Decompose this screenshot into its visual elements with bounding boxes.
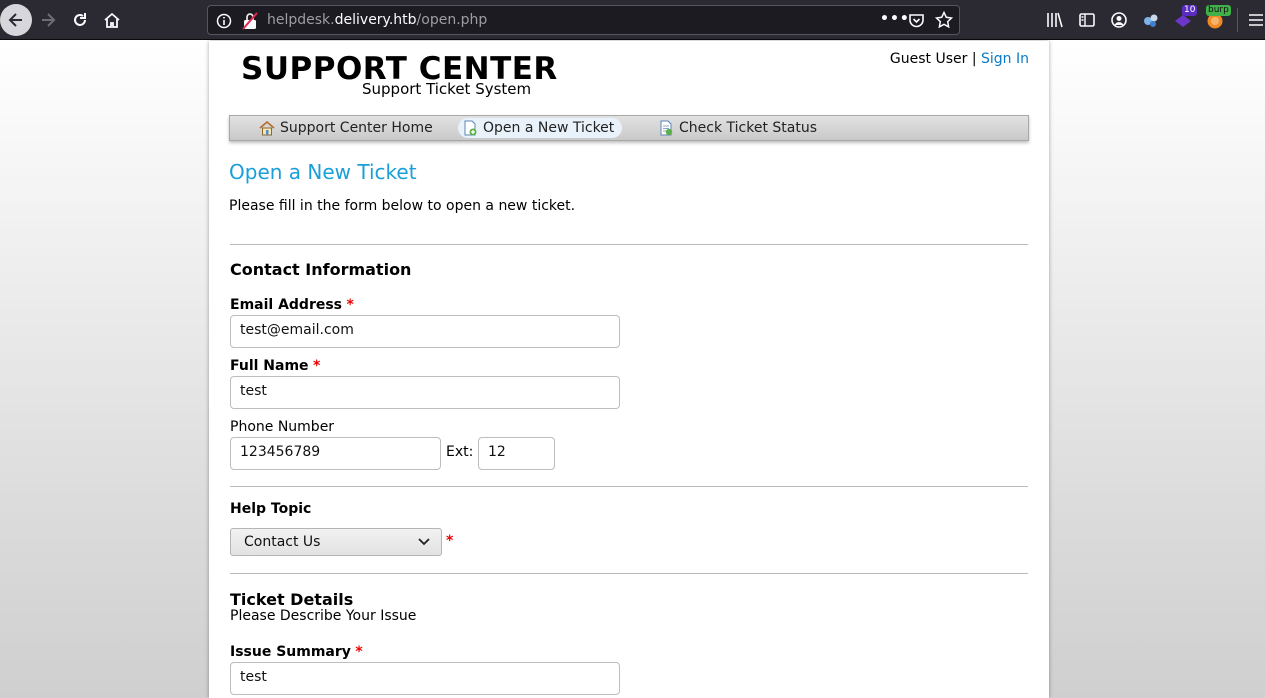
back-button[interactable] <box>0 4 32 36</box>
full-name-field[interactable]: test <box>230 376 620 409</box>
library-icon[interactable] <box>1046 11 1064 29</box>
info-icon <box>216 13 232 29</box>
divider <box>230 573 1028 574</box>
issue-summary-field[interactable]: test <box>230 662 620 695</box>
home-button[interactable] <box>96 4 128 36</box>
user-bar: Guest User | Sign In <box>890 51 1029 67</box>
page-container: SUPPORT CENTER Support Ticket System Gue… <box>209 41 1049 698</box>
contact-info-heading: Contact Information <box>230 260 412 279</box>
user-bar-separator: | <box>971 51 977 67</box>
extension-network-icon[interactable] <box>1142 11 1160 29</box>
ticket-details-subheading: Please Describe Your Issue <box>230 608 417 624</box>
phone-label: Phone Number <box>230 419 335 435</box>
url-prefix: helpdesk. <box>267 12 335 28</box>
nav-label: Support Center Home <box>280 120 433 136</box>
new-ticket-icon <box>464 120 477 136</box>
required-mark: * <box>313 358 321 374</box>
page-actions-icon[interactable]: ••• <box>880 11 910 27</box>
menu-icon[interactable] <box>1247 11 1265 29</box>
sidebar-icon[interactable] <box>1078 11 1096 29</box>
reload-button[interactable] <box>64 4 96 36</box>
nav-label: Open a New Ticket <box>483 120 615 136</box>
email-field[interactable]: test@email.com <box>230 315 620 348</box>
browser-toolbar: helpdesk.delivery.htb/open.php ••• 10 bu… <box>0 0 1265 40</box>
phone-field[interactable]: 123456789 <box>230 437 441 470</box>
email-label-text: Email Address <box>230 297 343 313</box>
main-nav: Support Center Home Open a New Ticket Ch… <box>229 115 1029 141</box>
url-host: delivery.htb <box>334 12 417 28</box>
nav-support-center-home[interactable]: Support Center Home <box>255 118 441 138</box>
logo-subtitle: Support Ticket System <box>362 80 532 98</box>
page-intro: Please fill in the form below to open a … <box>229 198 576 214</box>
url-path: /open.php <box>416 12 488 28</box>
url-bar[interactable]: helpdesk.delivery.htb/open.php ••• <box>207 5 960 35</box>
ticket-status-icon <box>660 120 673 136</box>
chevron-down-icon <box>418 538 430 546</box>
home-icon <box>104 12 120 28</box>
ext-label: Ext: <box>446 444 474 460</box>
burp-badge: burp <box>1206 5 1231 16</box>
full-name-label: Full Name * <box>230 358 320 374</box>
required-mark: * <box>346 297 354 313</box>
sign-in-link[interactable]: Sign In <box>981 51 1029 67</box>
arrow-right-icon <box>42 13 56 27</box>
nav-open-new-ticket[interactable]: Open a New Ticket <box>458 118 623 138</box>
divider <box>230 486 1028 487</box>
issue-summary-label: Issue Summary * <box>230 644 363 660</box>
help-topic-select[interactable]: Contact Us <box>230 528 442 556</box>
full-name-label-text: Full Name <box>230 358 309 374</box>
insecure-lock-icon <box>242 12 258 30</box>
issue-summary-label-text: Issue Summary <box>230 644 351 660</box>
url-text[interactable]: helpdesk.delivery.htb/open.php <box>267 12 487 28</box>
ext-field[interactable]: 12 <box>478 437 555 470</box>
guest-user-label: Guest User <box>889 51 968 67</box>
pocket-icon[interactable] <box>908 12 925 29</box>
forward-button[interactable] <box>32 4 64 36</box>
extension-count-badge: 10 <box>1182 5 1198 16</box>
help-topic-label: Help Topic <box>230 501 311 517</box>
email-label: Email Address * <box>230 297 354 313</box>
home-icon <box>259 120 275 136</box>
arrow-left-icon <box>8 13 22 27</box>
help-topic-label-text: Help Topic <box>230 501 312 517</box>
nav-label: Check Ticket Status <box>679 120 817 136</box>
page-title: Open a New Ticket <box>229 160 417 184</box>
required-mark: * <box>446 533 454 549</box>
ticket-details-heading: Ticket Details <box>230 590 354 609</box>
bookmark-star-icon[interactable] <box>935 11 953 29</box>
required-mark: * <box>355 644 363 660</box>
nav-check-ticket-status[interactable]: Check Ticket Status <box>654 118 825 138</box>
help-topic-selected: Contact Us <box>244 534 321 550</box>
account-icon[interactable] <box>1110 11 1128 29</box>
reload-icon <box>74 13 86 26</box>
toolbar-divider <box>1237 8 1238 32</box>
divider <box>230 244 1028 245</box>
